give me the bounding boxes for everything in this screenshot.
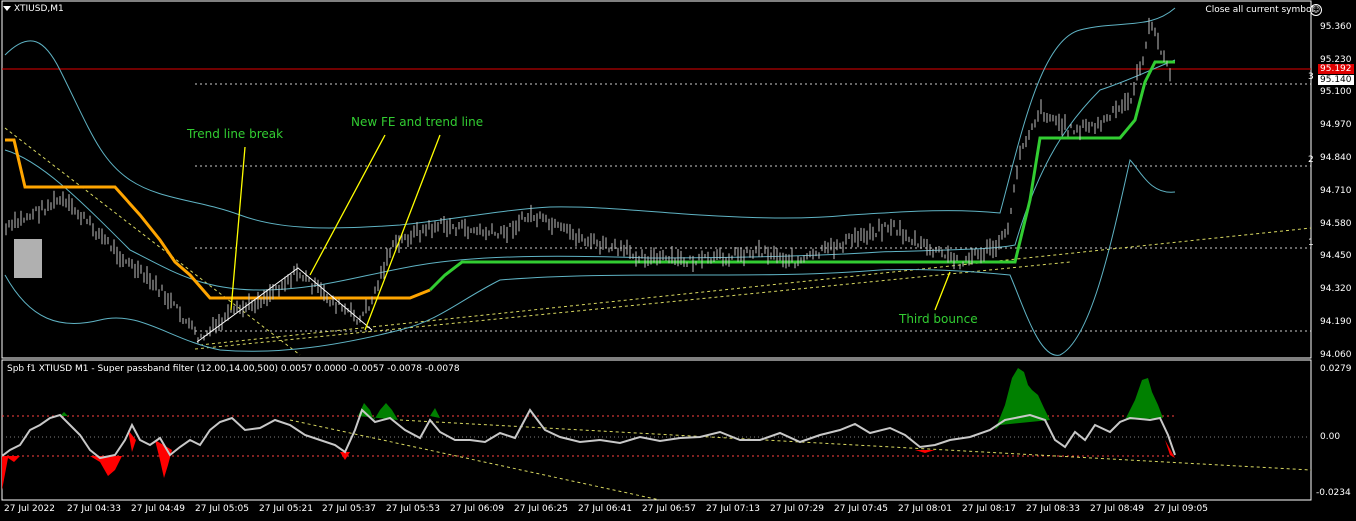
bollinger-bands bbox=[4, 7, 1176, 356]
time-label: 27 Jul 08:01 bbox=[898, 504, 952, 514]
time-label: 27 Jul 05:21 bbox=[259, 504, 313, 514]
level-mark: 1 bbox=[1308, 238, 1314, 248]
time-label: 27 Jul 2022 bbox=[4, 504, 55, 514]
chart-symbol-title: XTIUSD,M1 bbox=[14, 4, 64, 14]
level-mark: 2 bbox=[1308, 155, 1314, 165]
price-tick: 94.580 bbox=[1320, 219, 1352, 229]
price-tick: 94.060 bbox=[1320, 350, 1352, 360]
time-label: 27 Jul 06:41 bbox=[578, 504, 632, 514]
time-label: 27 Jul 05:37 bbox=[322, 504, 376, 514]
time-label: 27 Jul 05:05 bbox=[195, 504, 249, 514]
price-tick: 95.100 bbox=[1320, 87, 1352, 97]
indicator-tick: 0.0279 bbox=[1320, 364, 1352, 374]
price-tick: 95.360 bbox=[1320, 22, 1352, 32]
price-candles bbox=[5, 17, 1171, 344]
price-tick: 94.320 bbox=[1320, 284, 1352, 294]
time-label: 27 Jul 07:29 bbox=[770, 504, 824, 514]
gray-marker-box bbox=[14, 239, 42, 278]
price-tick: 94.840 bbox=[1320, 153, 1352, 163]
annotation-new-fe: New FE and trend line bbox=[351, 115, 484, 129]
time-label: 27 Jul 08:33 bbox=[1026, 504, 1080, 514]
annotation-trend-line-break: Trend line break bbox=[187, 127, 284, 141]
indicator-tick: -0.0234 bbox=[1316, 488, 1351, 498]
indicator-panel-border bbox=[1, 359, 1312, 501]
price-tick: 94.710 bbox=[1320, 186, 1352, 196]
indicator-tick: 0.00 bbox=[1320, 432, 1341, 442]
smiley-icon[interactable]: ☺ bbox=[1310, 4, 1322, 16]
chart-menu-icon[interactable] bbox=[3, 6, 11, 11]
indicator-title: Spb f1 XTIUSD M1 - Super passband filter… bbox=[7, 364, 460, 374]
time-label: 27 Jul 06:09 bbox=[450, 504, 504, 514]
main-panel-border bbox=[1, 0, 1312, 359]
oscillator-line bbox=[1, 408, 1176, 460]
close-all-button[interactable]: Close all current symbol bbox=[1205, 5, 1314, 15]
time-label: 27 Jul 08:49 bbox=[1090, 504, 1144, 514]
level-mark: 3 bbox=[1308, 72, 1314, 82]
time-label: 27 Jul 07:45 bbox=[834, 504, 888, 514]
chart-canvas[interactable] bbox=[0, 0, 1356, 521]
indicator-fills bbox=[2, 368, 1175, 490]
price-tick: 94.450 bbox=[1320, 251, 1352, 261]
time-label: 27 Jul 05:53 bbox=[386, 504, 440, 514]
time-label: 27 Jul 06:25 bbox=[514, 504, 568, 514]
time-label: 27 Jul 09:05 bbox=[1154, 504, 1208, 514]
current-price-tag: 95.140 bbox=[1318, 75, 1354, 85]
price-tick: 94.970 bbox=[1320, 120, 1352, 130]
time-label: 27 Jul 04:33 bbox=[67, 504, 121, 514]
time-label: 27 Jul 04:49 bbox=[131, 504, 185, 514]
price-tick: 94.190 bbox=[1320, 317, 1352, 327]
time-label: 27 Jul 07:13 bbox=[706, 504, 760, 514]
orange-trail-line bbox=[5, 138, 431, 300]
bid-price-tag: 95.192 bbox=[1318, 64, 1354, 74]
annotation-third-bounce: Third bounce bbox=[899, 312, 978, 326]
time-label: 27 Jul 06:57 bbox=[642, 504, 696, 514]
time-label: 27 Jul 08:17 bbox=[962, 504, 1016, 514]
trend-lines bbox=[4, 127, 1312, 356]
